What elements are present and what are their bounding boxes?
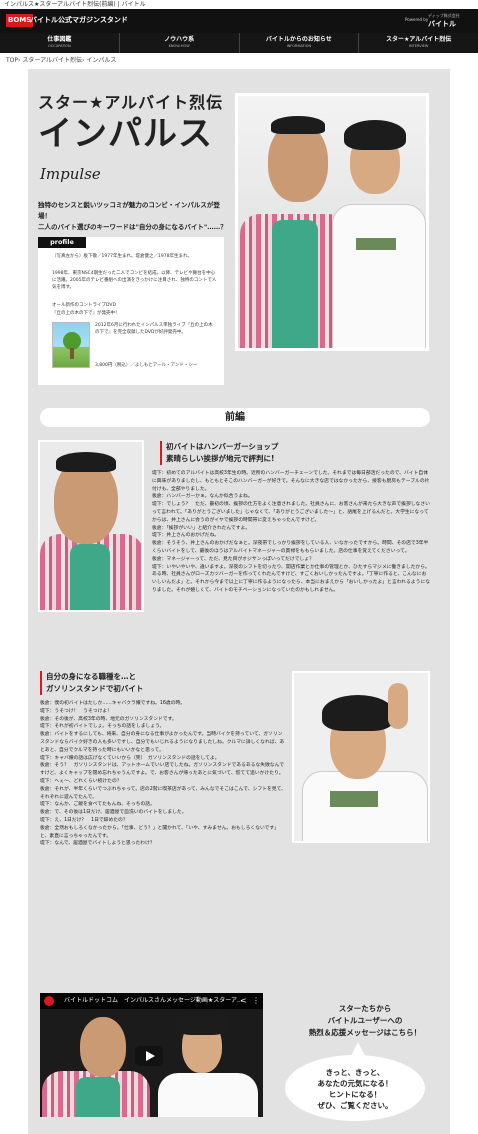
interview1-heading-line2: 素晴らしい挨拶が地元で評判に! xyxy=(166,454,275,463)
message-title-line1: スターたちから xyxy=(338,1004,392,1013)
section-title: 前編 xyxy=(40,408,430,427)
nav-label: スター★アルバイト烈伝 xyxy=(385,36,452,43)
interview-line: 板倉：「挨拶がいい」と紹介されたんですよ。 xyxy=(152,525,251,531)
message-title: スターたちから バイトルユーザーへの 熱烈＆応援メッセージはこちら！ xyxy=(300,1003,430,1039)
interview-line: 板倉：それが、半年くらいでつぶれちゃって。店の2階に喫茶店があって、みんなでそこ… xyxy=(40,786,286,800)
interview-line: 板倉：で、その後は1日だけ、居酒屋で皿洗いのバイトをしました。 xyxy=(40,810,187,816)
interview-photo-tsutsumishita xyxy=(38,440,144,612)
dvd-price: 3,800円（税込）／よしもとアール・アンド・シー xyxy=(95,363,198,368)
message-title-line3: 熱烈＆応援メッセージはこちら！ xyxy=(308,1028,422,1037)
series-title: スター★アルバイト烈伝 xyxy=(38,93,224,112)
video-title: バイトルドットコム インパルスさんメッセージ動画★スターア... xyxy=(64,997,243,1004)
interview2-heading-line2: ガソリンスタンドで初バイト xyxy=(46,684,144,693)
nav-sublabel: KNOW-HOW xyxy=(168,44,190,48)
interview-line: 堤下：井上さんのおかげだね。 xyxy=(152,533,220,539)
more-options-icon[interactable]: ⋮ xyxy=(252,996,260,1006)
nav-label: バイトルからのお知らせ xyxy=(265,36,332,43)
interview-line: 板倉：僕の初バイトはたしか……キャバクラ嬢ですね。16歳の時。 xyxy=(40,701,186,706)
dvd-description: 2012年6月に行われたインパルス単独ライブ『丘の上の木の下で』を完全収録したD… xyxy=(95,323,213,335)
interview1-heading-line1: 初バイトはハンバーガーショップ xyxy=(166,442,279,451)
interview-line: 堤下：へぇ〜、どれくらい続けたの？ xyxy=(40,778,122,784)
bubble-line4: ぜひ、ご覧ください。 xyxy=(317,1101,393,1110)
interview-line: 板倉：その後が、高校3年の時、地元のガソリンスタンドです。 xyxy=(40,716,177,722)
lead-text: 独特のセンスと鋭いツッコミが魅力のコンビ・インパルスが登場！ 二人のバイト選びの… xyxy=(38,200,228,233)
site-header: BOMS バイトル公式マガジンスタンド Powered by ディップ株式会社 … xyxy=(0,9,478,33)
nav-item-occupation[interactable]: 仕事図鑑 OCCUPATION xyxy=(0,33,120,53)
nav-item-information[interactable]: バイトルからのお知らせ INFORMATION xyxy=(240,33,360,53)
channel-avatar[interactable] xyxy=(44,996,54,1006)
message-title-line2: バイトルユーザーへの xyxy=(327,1016,403,1025)
interview-line: 板倉：マネージャーって、ただ、見た目がオジサンっぽいってだけでしょ？ xyxy=(152,556,314,562)
interview-photo-itakura xyxy=(292,671,430,843)
interview-line: 堤下：いやいやいや、違いますよ。深夜のシフトを切ったり、開店作業とか仕事の管理と… xyxy=(152,564,430,593)
profile-history: 1998年、東京NSC4期生だった二人でコンビを結成。以降、テレビや舞台を中心に… xyxy=(52,271,217,290)
share-icon[interactable]: < xyxy=(240,996,247,1006)
script-title: Impulse xyxy=(40,165,101,183)
tree-trunk xyxy=(70,348,74,359)
nav-item-know-how[interactable]: ノウハウ系 KNOW-HOW xyxy=(120,33,240,53)
interview-line: 板倉：そうそう、井上さんのおかげだなぁと。深夜帯でしっかり挨拶をしている人、いな… xyxy=(152,541,429,554)
interview1-text: 堤下：初めてのアルバイトは高校3年生の時。近所のハンバーガーチェーンでした。それ… xyxy=(152,470,430,595)
lead-line-1: 独特のセンスと鋭いツッコミが魅力のコンビ・インパルスが登場！ xyxy=(38,201,220,220)
powered-by-label: Powered by xyxy=(405,17,429,22)
interview-line: 板倉：ハンバーガーかぁ。なんか似合うよね。 xyxy=(152,494,253,500)
interview1-heading: 初バイトはハンバーガーショップ 素晴らしい挨拶が地元で評判に! xyxy=(160,441,278,465)
nav-sublabel: INTERVIEW xyxy=(408,44,429,48)
bubble-line1: きっと、きっと、 xyxy=(325,1068,385,1077)
nav-label: ノウハウ系 xyxy=(164,36,195,43)
interview2-heading: 自分の身になる職種を…と ガソリンスタンドで初バイト xyxy=(40,671,143,695)
interview2-heading-line1: 自分の身になる職種を…と xyxy=(46,672,136,681)
page-title: インパルス xyxy=(38,114,213,154)
dvd-label: オール新作のコントライブDVD xyxy=(52,303,116,308)
profile-members: （写真左から）板下敬／1977年生まれ。堤倉健之／1978年生まれ。 xyxy=(52,254,192,259)
interview-line: 板倉：そう？ ガソリンスタンドは、アットホームでいい店でしたね。ガソリンスタンド… xyxy=(40,763,285,777)
site-title[interactable]: バイトル公式マガジンスタンド xyxy=(30,14,128,27)
breadcrumb[interactable]: TOP› スターアルバイト烈伝› インパルス xyxy=(6,57,116,65)
interview-line: 板倉：バイトをするにしても、将来、自分の身になる仕事がよかったんです。当時バイク… xyxy=(40,732,285,753)
hero-photo xyxy=(235,93,429,351)
play-icon[interactable] xyxy=(146,1051,155,1061)
dvd-cover-image[interactable] xyxy=(52,322,90,368)
interview-line: 堤下：初めてのアルバイトは高校3年生の時。近所のハンバーガーチェーンでした。それ… xyxy=(152,471,430,492)
nav-item-interview[interactable]: スター★アルバイト烈伝 INTERVIEW xyxy=(359,33,478,53)
nav-sublabel: OCCUPATION xyxy=(47,44,71,48)
interview-line: 堤下：なんか、ご飯を食べてたもんね、そっちの話。 xyxy=(40,802,155,808)
dvd-title: 『丘の上の木の下で』が発売中！ xyxy=(52,311,120,316)
brand-company: ディップ株式会社 xyxy=(428,13,460,18)
profile-tag: profile xyxy=(38,237,86,248)
interview-line: 堤下：それが初バイトでしょ。そっちの話をしましょう。 xyxy=(40,724,165,730)
interview2-text: 板倉：僕の初バイトはたしか……キャバクラ嬢ですね。16歳の時。 堤下：うそつけ！… xyxy=(40,700,286,848)
video-title-bar[interactable]: バイトルドットコム インパルスさんメッセージ動画★スターア... xyxy=(40,993,263,1009)
interview-line: 板倉：全然おもしろくなかったから。「仕事、どう？」と聞かれて、「いや、すみません… xyxy=(40,825,280,839)
interview-line: 堤下：でしょう？ ただ、最初の頃、挨拶の仕方をよく注意されました。社員さんに、お… xyxy=(152,502,430,523)
interview-line: 堤下：なんで、居酒屋でバイトしようと思ったわけ？ xyxy=(40,841,155,847)
interview-line: 堤下：え、1日だけ？ 1日で辞めたの？ xyxy=(40,817,128,823)
lead-line-2: 二人のバイト選びのキーワードは"自分の身になるバイト"……？ xyxy=(38,223,227,231)
brand-logo[interactable]: ディップ株式会社 バイトル xyxy=(428,14,460,30)
interview-line: 堤下：キャバ嬢の話は広げなくていいから（笑） ガソリンスタンドの話をしてよ。 xyxy=(40,755,220,761)
interview-line: 堤下：うそつけ！ うそつけよ！ xyxy=(40,708,112,714)
bubble-line3: ヒントになる！ xyxy=(328,1090,382,1099)
bubble-line2: あなたの元気になる！ xyxy=(317,1079,393,1088)
nav-sublabel: INFORMATION xyxy=(286,44,312,48)
brand-name: バイトル xyxy=(428,20,456,28)
browser-tab-title: インパルス★スターアルバイト烈伝(前編) | バイトル xyxy=(0,0,478,9)
main-nav: 仕事図鑑 OCCUPATION ノウハウ系 KNOW-HOW バイトルからのお知… xyxy=(0,33,478,53)
nav-label: 仕事図鑑 xyxy=(47,36,72,43)
speech-bubble-text: きっと、きっと、 あなたの元気になる！ ヒントになる！ ぜひ、ご覧ください。 xyxy=(292,1067,418,1111)
